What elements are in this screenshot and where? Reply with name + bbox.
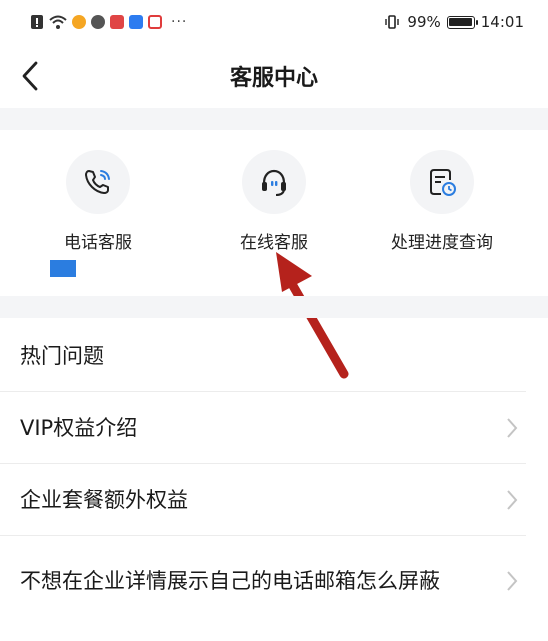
progress-query-label: 处理进度查询 [391, 233, 493, 253]
vibrate-icon [385, 15, 400, 29]
clock: 14:01 [480, 13, 524, 31]
status-bar: ··· 99% 14:01 [0, 0, 548, 44]
battery-percent: 99% [407, 13, 441, 31]
blue-indicator [50, 260, 76, 277]
faq-item-enterprise[interactable]: 企业套餐额外权益 [0, 464, 526, 536]
faq-item-vip[interactable]: VIP权益介绍 [0, 392, 526, 464]
faq-item-label: VIP权益介绍 [20, 415, 138, 440]
phone-service-label: 电话客服 [64, 233, 132, 253]
header: 客服中心 [0, 44, 548, 108]
progress-query-button[interactable]: 处理进度查询 [362, 150, 522, 253]
status-bar-system: 99% 14:01 [383, 13, 524, 31]
wifi-icon [49, 15, 67, 29]
blue-app-icon [129, 15, 143, 29]
divider-top [0, 108, 548, 130]
status-bar-notifications: ··· [30, 14, 187, 30]
page-title: 客服中心 [229, 66, 318, 91]
chevron-right-icon [507, 417, 518, 438]
faq-item-label: 不想在企业详情展示自己的电话邮箱怎么屏蔽 [20, 569, 440, 593]
progress-query-icon [410, 150, 474, 214]
alert-icon [31, 15, 43, 29]
headset-icon [242, 150, 306, 214]
chevron-right-icon [507, 571, 518, 591]
faq-section-title: 热门问题 [0, 318, 526, 392]
phone-service-button[interactable]: 电话客服 [18, 150, 178, 253]
more-notifications: ··· [171, 14, 188, 30]
phone-icon [66, 150, 130, 214]
weibo-app-icon [72, 15, 86, 29]
browser-app-icon [91, 15, 105, 29]
chevron-right-icon [507, 489, 518, 510]
online-service-button[interactable]: 在线客服 [194, 150, 354, 253]
red-app-icon [110, 15, 124, 29]
divider-middle [0, 296, 548, 318]
faq-item-privacy[interactable]: 不想在企业详情展示自己的电话邮箱怎么屏蔽 [0, 536, 526, 626]
faq-list: 热门问题 VIP权益介绍 企业套餐额外权益 不想在企业详情展示自己的电话邮箱怎么… [0, 318, 548, 626]
back-arrow-icon [22, 61, 38, 91]
book-app-icon [148, 15, 162, 29]
battery-icon [446, 15, 478, 29]
back-button[interactable] [12, 58, 48, 94]
faq-item-label: 企业套餐额外权益 [20, 487, 188, 512]
battery-level [449, 18, 473, 26]
